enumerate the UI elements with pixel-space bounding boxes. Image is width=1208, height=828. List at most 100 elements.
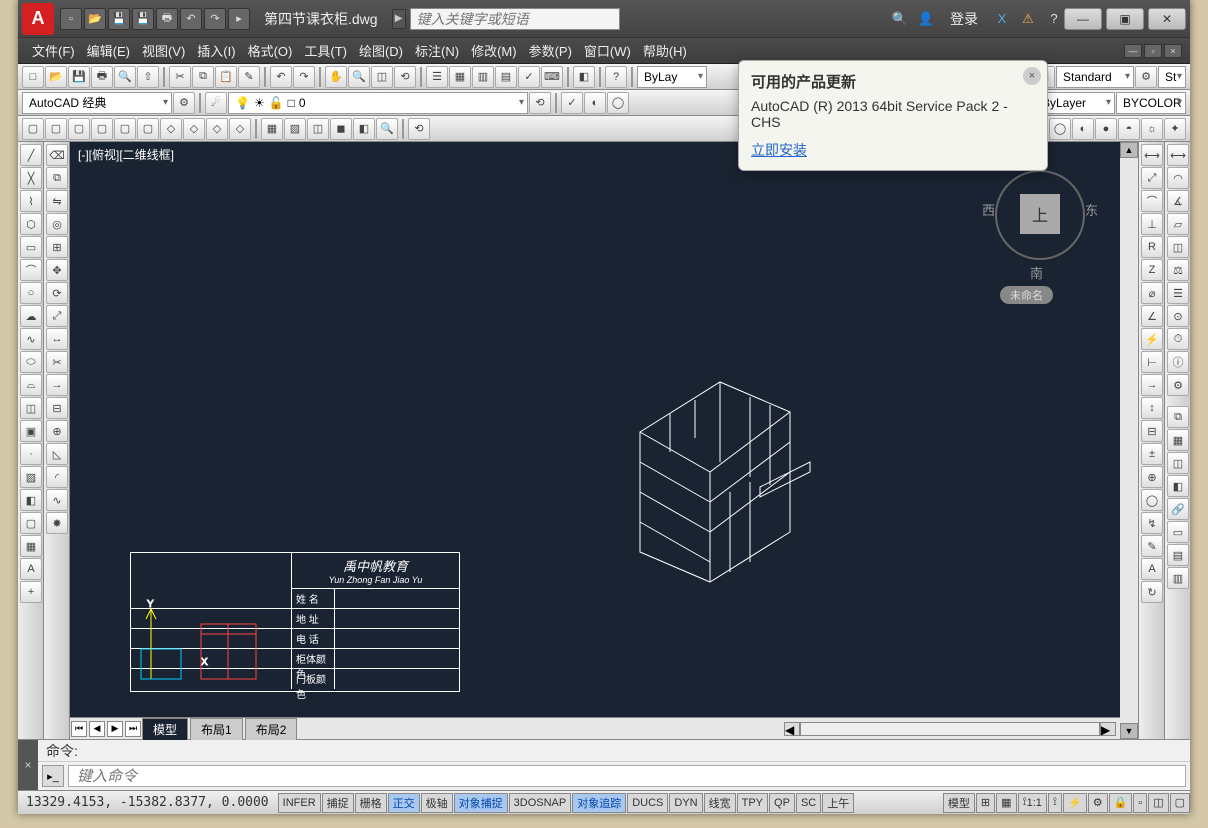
maximize-button[interactable]: ▣ bbox=[1106, 8, 1144, 30]
field-icon[interactable]: ◫ bbox=[1167, 452, 1189, 474]
status-toggle-am[interactable]: 上午 bbox=[822, 793, 854, 813]
mtext-icon[interactable]: A bbox=[20, 558, 42, 580]
workspace-dropdown[interactable]: AutoCAD 经典 bbox=[22, 92, 172, 114]
rotate-icon[interactable]: ⟳ bbox=[46, 282, 68, 304]
dim-break-icon[interactable]: ⊟ bbox=[1141, 420, 1163, 442]
block-editor-icon[interactable]: ◧ bbox=[573, 66, 595, 88]
area-icon[interactable]: ▱ bbox=[1167, 213, 1189, 235]
menu-draw[interactable]: 绘图(D) bbox=[353, 41, 409, 60]
qat-more-icon[interactable]: ▸ bbox=[228, 8, 250, 30]
render-3-icon[interactable]: ● bbox=[1095, 118, 1117, 140]
explode-icon[interactable]: ✸ bbox=[46, 512, 68, 534]
fillet-icon[interactable]: ◜ bbox=[46, 466, 68, 488]
block-icon[interactable]: ▣ bbox=[20, 420, 42, 442]
move-icon[interactable]: ✥ bbox=[46, 259, 68, 281]
status-toggle-tpy[interactable]: TPY bbox=[737, 793, 768, 813]
shade-conceptual-icon[interactable]: ◧ bbox=[353, 118, 375, 140]
trim-icon[interactable]: ✂ bbox=[46, 351, 68, 373]
revcloud-icon[interactable]: ☁ bbox=[20, 305, 42, 327]
dim-diameter-icon[interactable]: ⌀ bbox=[1141, 282, 1163, 304]
signin-icon[interactable]: 👤 bbox=[916, 9, 936, 29]
offset-icon[interactable]: ◎ bbox=[46, 213, 68, 235]
pan-icon[interactable]: ✋ bbox=[325, 66, 347, 88]
open-file-icon[interactable]: 📂 bbox=[45, 66, 67, 88]
menu-edit[interactable]: 编辑(E) bbox=[81, 41, 136, 60]
xref-icon[interactable]: ⧉ bbox=[1167, 406, 1189, 428]
dim-linear-icon[interactable]: ⟷ bbox=[1141, 144, 1163, 166]
zoom-win-icon[interactable]: ◫ bbox=[371, 66, 393, 88]
ole-icon[interactable]: ◧ bbox=[1167, 475, 1189, 497]
pdf-icon[interactable]: ▤ bbox=[1167, 544, 1189, 566]
break-icon[interactable]: ⊟ bbox=[46, 397, 68, 419]
render-2-icon[interactable]: ◐ bbox=[1072, 118, 1094, 140]
ellipse-icon[interactable]: ⬭ bbox=[20, 351, 42, 373]
hatch-icon[interactable]: ▨ bbox=[20, 466, 42, 488]
search-binoculars-icon[interactable]: 🔍 bbox=[890, 9, 910, 29]
tolerance-icon[interactable]: ± bbox=[1141, 443, 1163, 465]
app-logo[interactable]: A bbox=[22, 3, 54, 35]
dwf-icon[interactable]: ▭ bbox=[1167, 521, 1189, 543]
tab-next-icon[interactable]: ▶ bbox=[107, 721, 123, 737]
tab-layout2[interactable]: 布局2 bbox=[245, 718, 298, 740]
publish-icon[interactable]: ⇧ bbox=[137, 66, 159, 88]
dim-ordinate-icon[interactable]: ⊥ bbox=[1141, 213, 1163, 235]
toolpalettes-icon[interactable]: ▥ bbox=[472, 66, 494, 88]
hscroll-left-icon[interactable]: ◀ bbox=[784, 722, 800, 736]
addselected-icon[interactable]: + bbox=[20, 581, 42, 603]
dim-aligned-icon[interactable]: ⤢ bbox=[1141, 167, 1163, 189]
viewcube-ucs-name[interactable]: 未命名 bbox=[1000, 286, 1053, 304]
undo-b-icon[interactable]: ↶ bbox=[270, 66, 292, 88]
status-toggle-osnap[interactable]: 对象捕捉 bbox=[454, 793, 508, 813]
open-icon[interactable]: 📂 bbox=[84, 8, 106, 30]
shade-3dwire-icon[interactable]: ▨ bbox=[284, 118, 306, 140]
joglinear-icon[interactable]: ↯ bbox=[1141, 512, 1163, 534]
dim-radius-icon[interactable]: R bbox=[1141, 236, 1163, 258]
status-ws-icon[interactable]: ⚙ bbox=[1088, 793, 1108, 813]
status-layout-quick-icon[interactable]: ▦ bbox=[996, 793, 1016, 813]
view-sw-iso-icon[interactable]: ◇ bbox=[160, 118, 182, 140]
tab-model[interactable]: 模型 bbox=[142, 718, 188, 740]
view-se-iso-icon[interactable]: ◇ bbox=[183, 118, 205, 140]
menu-insert[interactable]: 插入(I) bbox=[191, 41, 241, 60]
save-file-icon[interactable]: 💾 bbox=[68, 66, 90, 88]
join-icon[interactable]: ⊕ bbox=[46, 420, 68, 442]
notification-close-icon[interactable]: × bbox=[1023, 67, 1041, 85]
status-toggle-grid[interactable]: 栅格 bbox=[355, 793, 387, 813]
erase-icon[interactable]: ⌫ bbox=[46, 144, 68, 166]
status-clean-icon[interactable]: ▢ bbox=[1170, 793, 1190, 813]
status-toggle-dyn[interactable]: DYN bbox=[669, 793, 702, 813]
zoom-prev-icon[interactable]: ⟲ bbox=[394, 66, 416, 88]
redo-b-icon[interactable]: ↷ bbox=[293, 66, 315, 88]
id-icon[interactable]: ⊙ bbox=[1167, 305, 1189, 327]
dim-space-icon[interactable]: ↕ bbox=[1141, 397, 1163, 419]
point-icon[interactable]: · bbox=[20, 443, 42, 465]
new-file-icon[interactable]: □ bbox=[22, 66, 44, 88]
dgn-icon[interactable]: ▥ bbox=[1167, 567, 1189, 589]
menu-window[interactable]: 窗口(W) bbox=[578, 41, 637, 60]
search-input[interactable] bbox=[410, 8, 620, 30]
render-4-icon[interactable]: ◓ bbox=[1118, 118, 1140, 140]
pline-icon[interactable]: ⌇ bbox=[20, 190, 42, 212]
gradient-icon[interactable]: ◧ bbox=[20, 489, 42, 511]
status-toggle-qp[interactable]: QP bbox=[769, 793, 795, 813]
view-right-icon[interactable]: ▢ bbox=[91, 118, 113, 140]
tab-prev-icon[interactable]: ◀ bbox=[89, 721, 105, 737]
view-ne-iso-icon[interactable]: ◇ bbox=[206, 118, 228, 140]
layer-off-icon[interactable]: ◯ bbox=[607, 92, 629, 114]
polygon-icon[interactable]: ⬡ bbox=[20, 213, 42, 235]
dimedit-icon[interactable]: ✎ bbox=[1141, 535, 1163, 557]
saveas-icon[interactable]: 💾 bbox=[132, 8, 154, 30]
render-6-icon[interactable]: ✦ bbox=[1164, 118, 1186, 140]
circle-icon[interactable]: ○ bbox=[20, 282, 42, 304]
list-icon[interactable]: ☰ bbox=[1167, 282, 1189, 304]
chamfer-icon[interactable]: ◺ bbox=[46, 443, 68, 465]
region-icon[interactable]: ▢ bbox=[20, 512, 42, 534]
ws-gear-icon[interactable]: ⚙ bbox=[173, 92, 195, 114]
status-icon[interactable]: ⓘ bbox=[1167, 351, 1189, 373]
layer-prev-icon[interactable]: ⟲ bbox=[529, 92, 551, 114]
volume-icon[interactable]: ◫ bbox=[1167, 236, 1189, 258]
redo-icon[interactable]: ↷ bbox=[204, 8, 226, 30]
hyperlink-icon[interactable]: 🔗 bbox=[1167, 498, 1189, 520]
menu-modify[interactable]: 修改(M) bbox=[465, 41, 523, 60]
hscroll-right-icon[interactable]: ▶ bbox=[1100, 722, 1116, 736]
